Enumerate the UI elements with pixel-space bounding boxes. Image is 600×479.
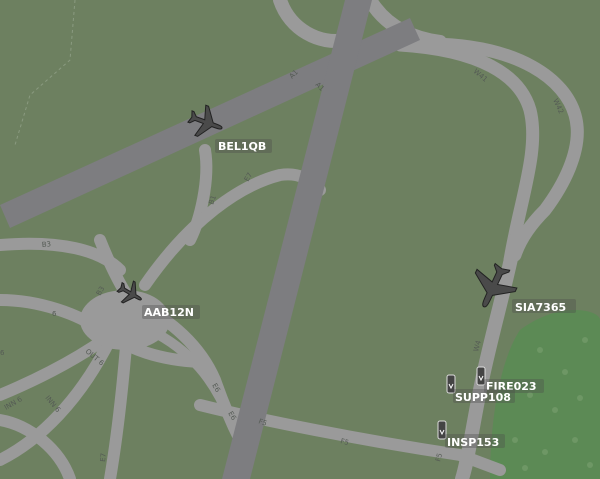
callsign-label: INSP153 [447,436,499,449]
inspection-vehicle-icon [437,420,447,440]
svg-text:6: 6 [52,310,57,318]
callsign-label: BEL1QB [218,140,266,153]
callsign-label: SIA7365 [515,301,566,314]
fire-truck-icon [476,366,486,386]
svg-text:6: 6 [0,349,5,357]
svg-text:E7: E7 [99,453,108,463]
callsign-label: SUPP108 [455,391,511,404]
callsign-label: AAB12N [144,306,194,319]
svg-text:B3: B3 [41,240,51,249]
airport-ground-map[interactable]: A1 A1 W41 W42 E7 B1 B3 B3 OUT 6 INN 6 IN… [0,0,600,479]
